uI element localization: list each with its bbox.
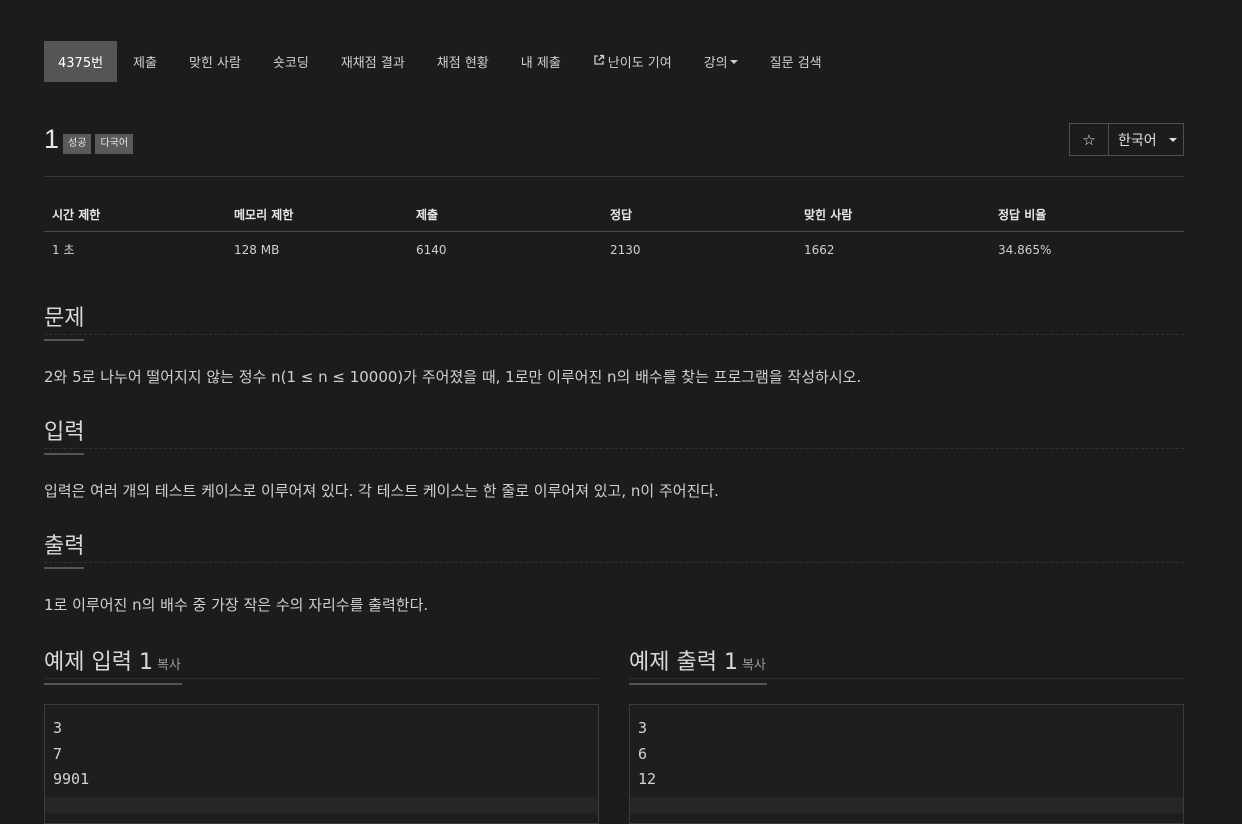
output-section-title: 출력 [44, 528, 85, 569]
tab-label: 내 제출 [520, 56, 561, 71]
sample-input-box[interactable]: 3 7 9901 [44, 704, 599, 824]
tab-label: 4375번 [58, 56, 104, 71]
tab-my-submissions[interactable]: 내 제출 [505, 41, 577, 82]
table-header-row: 시간 제한 메모리 제한 제출 정답 맞힌 사람 정답 비율 [44, 198, 1184, 232]
table-cell: 128 MB [234, 242, 280, 257]
table-cell: 1662 [804, 242, 835, 257]
table-header: 시간 제한 [52, 208, 101, 222]
divider [44, 176, 1184, 177]
tab-label: 숏코딩 [272, 56, 309, 71]
caret-down-icon [1168, 137, 1177, 142]
table-row: 1 초 128 MB 6140 2130 1662 34.865% [44, 232, 1184, 267]
tab-difficulty-contribution[interactable]: 난이도 기여 [577, 41, 688, 82]
section-title-text: 문제 [44, 306, 85, 331]
tab-label: 맞힌 사람 [188, 56, 241, 71]
table-header: 맞힌 사람 [804, 208, 853, 222]
section-title-text: 예제 출력 1 [629, 650, 738, 675]
divider [44, 562, 1184, 563]
table-header: 정답 [610, 208, 633, 222]
tab-rejudge-results[interactable]: 재채점 결과 [325, 41, 421, 82]
code-line: 9901 [53, 770, 90, 788]
code-line: 12 [638, 770, 657, 788]
external-link-icon [593, 54, 605, 69]
problem-info-table: 시간 제한 메모리 제한 제출 정답 맞힌 사람 정답 비율 1 초 128 M… [44, 198, 1184, 267]
problem-description: 2와 5로 나누어 떨어지지 않는 정수 n(1 ≤ n ≤ 10000)가 주… [44, 368, 862, 386]
table-cell: 34.865% [998, 242, 1052, 257]
tab-lectures[interactable]: 강의 [688, 41, 754, 82]
input-description: 입력은 여러 개의 테스트 케이스로 이루어져 있다. 각 테스트 케이스는 한… [44, 482, 719, 500]
divider [44, 334, 1184, 335]
section-title-text: 출력 [44, 534, 85, 559]
title-underline [44, 453, 84, 455]
copy-button[interactable]: 복사 [157, 658, 181, 673]
caret-down-icon [729, 59, 738, 64]
problem-nav: 4375번 제출 맞힌 사람 숏코딩 재채점 결과 채점 현황 내 제출 난이도… [44, 41, 838, 82]
tab-submit[interactable]: 제출 [117, 41, 173, 82]
copy-button[interactable]: 복사 [742, 658, 766, 673]
title-underline [629, 683, 767, 685]
sample-output-box[interactable]: 3 6 12 [629, 704, 1184, 824]
sample-output-title: 예제 출력 1 복사 [629, 644, 767, 685]
output-description: 1로 이루어진 n의 배수 중 가장 작은 수의 자리수를 출력한다. [44, 596, 429, 614]
tab-question-search[interactable]: 질문 검색 [754, 41, 838, 82]
sample-input-title: 예제 입력 1 복사 [44, 644, 182, 685]
language-label: 한국어 [1118, 132, 1157, 149]
title-underline [44, 683, 182, 685]
divider [44, 678, 599, 679]
table-header: 메모리 제한 [234, 208, 294, 222]
tab-label: 재채점 결과 [340, 56, 405, 71]
tab-label: 채점 현황 [436, 56, 489, 71]
table-cell: 2130 [610, 242, 641, 257]
horizontal-scrollbar[interactable] [630, 797, 1183, 813]
tab-problem[interactable]: 4375번 [44, 41, 118, 82]
tab-solved-users[interactable]: 맞힌 사람 [173, 41, 257, 82]
code-line: 3 [638, 719, 648, 737]
star-icon[interactable]: ☆ [1070, 124, 1109, 155]
table-header: 정답 비율 [998, 208, 1047, 222]
tab-label: 강의 [703, 56, 728, 71]
language-select[interactable]: 한국어 [1109, 124, 1183, 155]
tab-label: 제출 [133, 56, 157, 71]
multilang-badge: 다국어 [95, 134, 134, 154]
code-line: 7 [53, 744, 63, 763]
table-cell: 1 초 [52, 243, 75, 257]
problem-controls: ☆ 한국어 [1069, 123, 1184, 156]
input-section-title: 입력 [44, 414, 85, 455]
tab-label: 질문 검색 [769, 56, 822, 71]
title-underline [44, 567, 84, 569]
divider [44, 448, 1184, 449]
table-header: 제출 [416, 208, 439, 222]
tab-status[interactable]: 채점 현황 [421, 41, 505, 82]
section-title-text: 예제 입력 1 [44, 650, 153, 675]
problem-section-title: 문제 [44, 300, 85, 341]
divider [629, 678, 1184, 679]
title-underline [44, 339, 84, 341]
tab-label: 난이도 기여 [607, 56, 672, 71]
tab-short-coding[interactable]: 숏코딩 [257, 41, 325, 82]
table-cell: 6140 [416, 242, 447, 257]
code-line: 3 [53, 719, 63, 737]
status-badge: 성공 [63, 134, 92, 154]
code-line: 6 [638, 744, 648, 763]
section-title-text: 입력 [44, 420, 85, 445]
horizontal-scrollbar[interactable] [45, 797, 598, 813]
problem-id: 1 [44, 124, 60, 154]
problem-header: 1 성공 다국어 [44, 124, 134, 154]
